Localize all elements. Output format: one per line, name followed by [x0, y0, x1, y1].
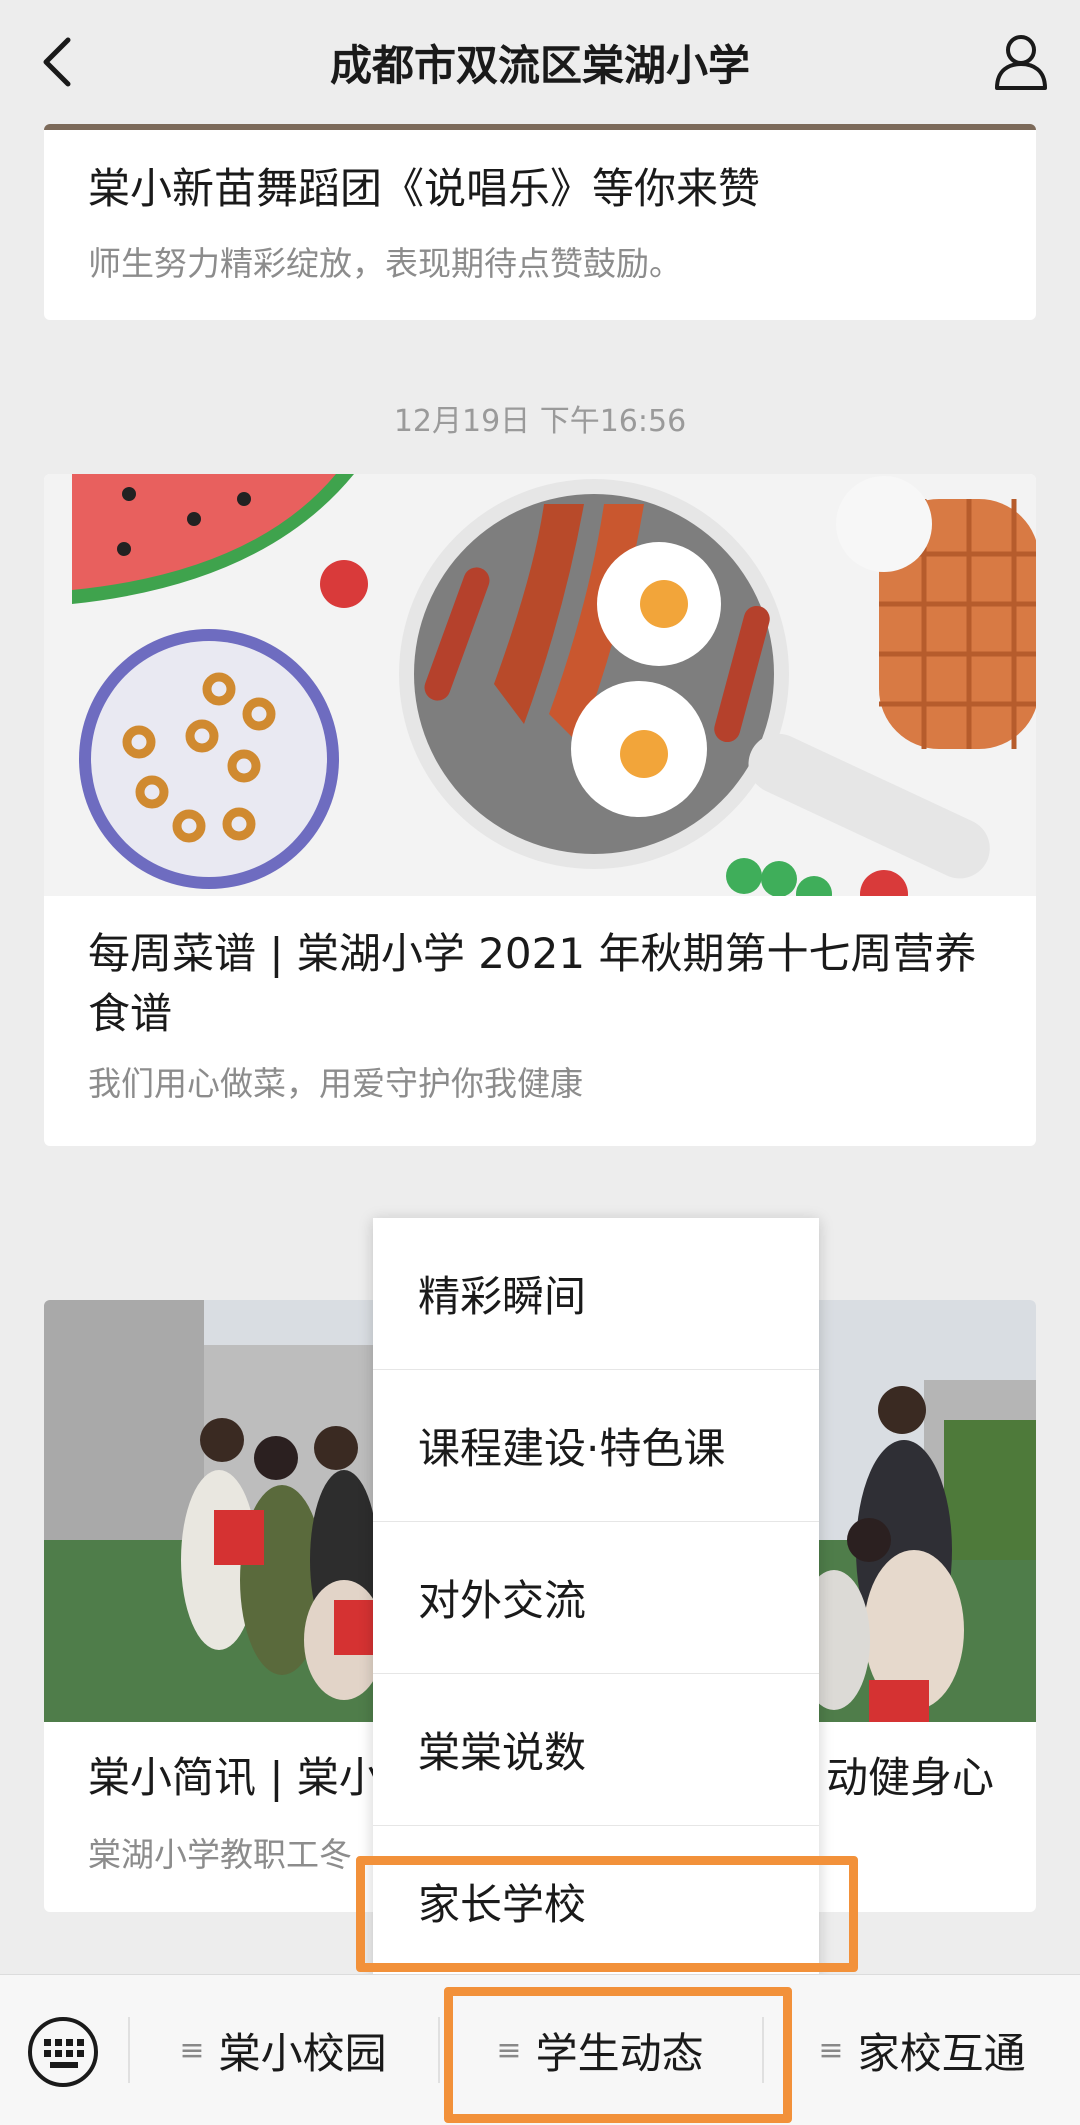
tab-label: 棠小校园 [218, 2028, 387, 2078]
submenu-item-courses[interactable]: 课程建设·特色课 [373, 1370, 819, 1522]
user-profile-icon[interactable] [992, 30, 1050, 92]
highlight-student-news [444, 1987, 792, 2123]
article-title: 每周菜谱 | 棠湖小学 2021 年秋期第十七周营养食谱 [88, 929, 977, 1038]
article-cover-image [44, 124, 1036, 130]
page-title: 成都市双流区棠湖小学 [329, 40, 750, 90]
timestamp: 12月19日 下午16:56 [393, 404, 687, 439]
article-title-right: 动健身心 [825, 1753, 994, 1802]
highlight-parent-school [356, 1856, 858, 1972]
tab-school-campus[interactable]: ≡ 棠小校园 [130, 1975, 436, 2125]
back-arrow-icon[interactable] [34, 32, 80, 92]
article-desc: 我们用心做菜，用爱守护你我健康 [88, 1064, 583, 1103]
submenu-item-highlights[interactable]: 精彩瞬间 [373, 1218, 819, 1370]
article-card-menu[interactable]: 每周菜谱 | 棠湖小学 2021 年秋期第十七周营养食谱 我们用心做菜，用爱守护… [44, 474, 1036, 1146]
menu-bars-icon: ≡ [179, 2032, 205, 2068]
submenu-item-exchange[interactable]: 对外交流 [373, 1522, 819, 1674]
breakfast-cover-image [44, 474, 1036, 896]
keyboard-icon[interactable] [26, 2015, 100, 2089]
bottom-menu-bar: ≡ 棠小校园 ≡ 学生动态 ≡ 家校互通 [0, 1974, 1080, 2125]
article-title-left: 棠小简讯 | 棠小 [88, 1753, 381, 1802]
tab-home-school[interactable]: ≡ 家校互通 [764, 1975, 1080, 2125]
article-title: 棠小新苗舞蹈团《说唱乐》等你来赞 [88, 164, 761, 213]
menu-bars-icon: ≡ [818, 2032, 844, 2068]
tab-label: 家校互通 [857, 2028, 1026, 2078]
article-desc: 师生努力精彩绽放，表现期待点赞鼓励。 [88, 244, 682, 283]
header: 成都市双流区棠湖小学 [0, 0, 1080, 124]
article-card-dance[interactable]: 棠小新苗舞蹈团《说唱乐》等你来赞 师生努力精彩绽放，表现期待点赞鼓励。 [44, 124, 1036, 320]
submenu-item-math-talk[interactable]: 棠棠说数 [373, 1674, 819, 1826]
